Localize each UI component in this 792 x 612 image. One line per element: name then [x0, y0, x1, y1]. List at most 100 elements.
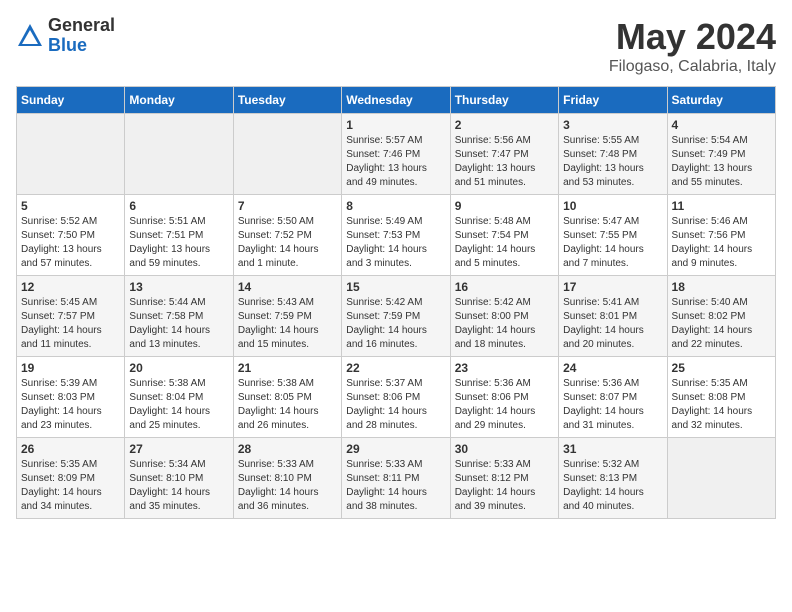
day-number: 14 [238, 280, 337, 294]
calendar-cell: 17 Sunrise: 5:41 AM Sunset: 8:01 PM Dayli… [559, 276, 667, 357]
day-number: 31 [563, 442, 662, 456]
day-number: 23 [455, 361, 554, 375]
day-info: Sunrise: 5:33 AM Sunset: 8:10 PM Dayligh… [238, 458, 337, 514]
day-info: Sunrise: 5:54 AM Sunset: 7:49 PM Dayligh… [672, 134, 771, 190]
calendar-cell: 4 Sunrise: 5:54 AM Sunset: 7:49 PM Daylig… [667, 114, 775, 195]
day-number: 6 [129, 199, 228, 213]
day-number: 2 [455, 118, 554, 132]
calendar-cell: 5 Sunrise: 5:52 AM Sunset: 7:50 PM Daylig… [17, 195, 125, 276]
title-area: May 2024 Filogaso, Calabria, Italy [609, 16, 776, 76]
day-info: Sunrise: 5:35 AM Sunset: 8:08 PM Dayligh… [672, 377, 771, 433]
calendar-cell [233, 114, 341, 195]
day-info: Sunrise: 5:33 AM Sunset: 8:12 PM Dayligh… [455, 458, 554, 514]
day-info: Sunrise: 5:38 AM Sunset: 8:05 PM Dayligh… [238, 377, 337, 433]
day-number: 17 [563, 280, 662, 294]
calendar-cell: 14 Sunrise: 5:43 AM Sunset: 7:59 PM Dayli… [233, 276, 341, 357]
day-info: Sunrise: 5:55 AM Sunset: 7:48 PM Dayligh… [563, 134, 662, 190]
logo-general: General [48, 16, 115, 36]
calendar-cell: 9 Sunrise: 5:48 AM Sunset: 7:54 PM Daylig… [450, 195, 558, 276]
weekday-header-saturday: Saturday [667, 87, 775, 114]
day-info: Sunrise: 5:52 AM Sunset: 7:50 PM Dayligh… [21, 215, 120, 271]
calendar-week-row: 1 Sunrise: 5:57 AM Sunset: 7:46 PM Daylig… [17, 114, 776, 195]
day-info: Sunrise: 5:39 AM Sunset: 8:03 PM Dayligh… [21, 377, 120, 433]
day-number: 7 [238, 199, 337, 213]
calendar-cell: 8Sunrise: 5:49 AM Sunset: 7:53 PM Daylig… [342, 195, 450, 276]
day-info: Sunrise: 5:41 AM Sunset: 8:01 PM Dayligh… [563, 296, 662, 352]
calendar-cell: 15 Sunrise: 5:42 AM Sunset: 7:59 PM Dayli… [342, 276, 450, 357]
day-number: 28 [238, 442, 337, 456]
calendar-cell: 13Sunrise: 5:44 AM Sunset: 7:58 PM Dayli… [125, 276, 233, 357]
logo-blue: Blue [48, 36, 115, 56]
calendar-cell: 29 Sunrise: 5:33 AM Sunset: 8:11 PM Dayli… [342, 438, 450, 519]
calendar-cell: 6Sunrise: 5:51 AM Sunset: 7:51 PM Daylig… [125, 195, 233, 276]
day-number: 4 [672, 118, 771, 132]
weekday-header-tuesday: Tuesday [233, 87, 341, 114]
day-number: 16 [455, 280, 554, 294]
calendar-week-row: 5 Sunrise: 5:52 AM Sunset: 7:50 PM Daylig… [17, 195, 776, 276]
calendar-cell: 2 Sunrise: 5:56 AM Sunset: 7:47 PM Daylig… [450, 114, 558, 195]
calendar-cell: 27 Sunrise: 5:34 AM Sunset: 8:10 PM Dayli… [125, 438, 233, 519]
header: General Blue May 2024 Filogaso, Calabria… [16, 16, 776, 76]
month-title: May 2024 [609, 16, 776, 58]
day-number: 18 [672, 280, 771, 294]
day-number: 10 [563, 199, 662, 213]
day-number: 1 [346, 118, 445, 132]
day-number: 5 [21, 199, 120, 213]
day-info: Sunrise: 5:42 AM Sunset: 7:59 PM Dayligh… [346, 296, 445, 352]
day-number: 11 [672, 199, 771, 213]
day-number: 9 [455, 199, 554, 213]
day-info: Sunrise: 5:50 AM Sunset: 7:52 PM Dayligh… [238, 215, 337, 271]
day-info: Sunrise: 5:47 AM Sunset: 7:55 PM Dayligh… [563, 215, 662, 271]
day-number: 3 [563, 118, 662, 132]
day-info: Sunrise: 5:46 AM Sunset: 7:56 PM Dayligh… [672, 215, 771, 271]
day-info: Sunrise: 5:56 AM Sunset: 7:47 PM Dayligh… [455, 134, 554, 190]
day-info: Sunrise: 5:33 AM Sunset: 8:11 PM Dayligh… [346, 458, 445, 514]
calendar-cell: 1 Sunrise: 5:57 AM Sunset: 7:46 PM Daylig… [342, 114, 450, 195]
day-info: Sunrise: 5:57 AM Sunset: 7:46 PM Dayligh… [346, 134, 445, 190]
day-info: Sunrise: 5:34 AM Sunset: 8:10 PM Dayligh… [129, 458, 228, 514]
weekday-header-wednesday: Wednesday [342, 87, 450, 114]
calendar-cell: 24 Sunrise: 5:36 AM Sunset: 8:07 PM Dayli… [559, 357, 667, 438]
day-number: 27 [129, 442, 228, 456]
calendar-cell [667, 438, 775, 519]
calendar-cell: 16 Sunrise: 5:42 AM Sunset: 8:00 PM Dayli… [450, 276, 558, 357]
day-number: 29 [346, 442, 445, 456]
weekday-header-sunday: Sunday [17, 87, 125, 114]
day-number: 25 [672, 361, 771, 375]
day-info: Sunrise: 5:32 AM Sunset: 8:13 PM Dayligh… [563, 458, 662, 514]
calendar-cell: 10 Sunrise: 5:47 AM Sunset: 7:55 PM Dayli… [559, 195, 667, 276]
calendar-week-row: 26 Sunrise: 5:35 AM Sunset: 8:09 PM Dayli… [17, 438, 776, 519]
calendar-cell: 18Sunrise: 5:40 AM Sunset: 8:02 PM Dayli… [667, 276, 775, 357]
day-number: 30 [455, 442, 554, 456]
weekday-header-monday: Monday [125, 87, 233, 114]
day-number: 20 [129, 361, 228, 375]
calendar-cell: 3 Sunrise: 5:55 AM Sunset: 7:48 PM Daylig… [559, 114, 667, 195]
day-number: 26 [21, 442, 120, 456]
logo-text: General Blue [48, 16, 115, 56]
location-title: Filogaso, Calabria, Italy [609, 58, 776, 76]
calendar-cell [125, 114, 233, 195]
calendar-cell: 31 Sunrise: 5:32 AM Sunset: 8:13 PM Dayli… [559, 438, 667, 519]
day-number: 24 [563, 361, 662, 375]
day-info: Sunrise: 5:43 AM Sunset: 7:59 PM Dayligh… [238, 296, 337, 352]
calendar-cell: 11 Sunrise: 5:46 AM Sunset: 7:56 PM Dayli… [667, 195, 775, 276]
day-info: Sunrise: 5:42 AM Sunset: 8:00 PM Dayligh… [455, 296, 554, 352]
logo-icon [16, 22, 44, 50]
day-number: 19 [21, 361, 120, 375]
calendar-cell [17, 114, 125, 195]
calendar-cell: 23Sunrise: 5:36 AM Sunset: 8:06 PM Dayli… [450, 357, 558, 438]
logo: General Blue [16, 16, 115, 56]
calendar-cell: 19 Sunrise: 5:39 AM Sunset: 8:03 PM Dayli… [17, 357, 125, 438]
calendar-cell: 22Sunrise: 5:37 AM Sunset: 8:06 PM Dayli… [342, 357, 450, 438]
day-number: 15 [346, 280, 445, 294]
day-info: Sunrise: 5:35 AM Sunset: 8:09 PM Dayligh… [21, 458, 120, 514]
day-info: Sunrise: 5:45 AM Sunset: 7:57 PM Dayligh… [21, 296, 120, 352]
day-number: 21 [238, 361, 337, 375]
day-number: 22 [346, 361, 445, 375]
day-info: Sunrise: 5:48 AM Sunset: 7:54 PM Dayligh… [455, 215, 554, 271]
day-number: 8 [346, 199, 445, 213]
day-info: Sunrise: 5:38 AM Sunset: 8:04 PM Dayligh… [129, 377, 228, 433]
day-number: 13 [129, 280, 228, 294]
day-info: Sunrise: 5:36 AM Sunset: 8:07 PM Dayligh… [563, 377, 662, 433]
calendar-cell: 25 Sunrise: 5:35 AM Sunset: 8:08 PM Dayli… [667, 357, 775, 438]
